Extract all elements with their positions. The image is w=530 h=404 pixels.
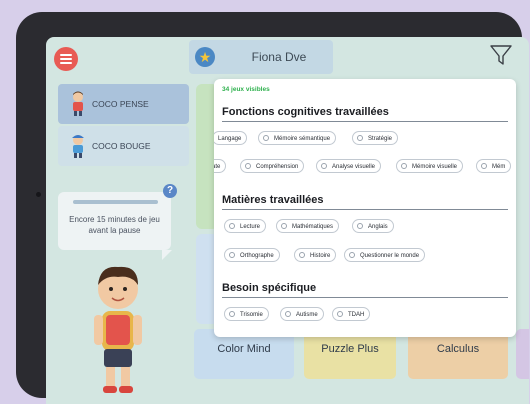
time-progress-bar xyxy=(73,200,158,204)
filter-chip-comprehension[interactable]: Compréhension xyxy=(240,159,305,173)
chip-label: Orthographe xyxy=(240,253,274,259)
coco-bouge-avatar xyxy=(72,135,84,158)
help-icon[interactable]: ? xyxy=(163,184,177,198)
section-divider xyxy=(222,209,508,210)
section-divider xyxy=(222,121,508,122)
radio-icon xyxy=(337,311,343,317)
filter-chip-anglais[interactable]: Anglais xyxy=(352,219,394,233)
menu-icon-line xyxy=(60,58,72,60)
profile-name: Fiona Dve xyxy=(251,50,307,64)
filter-chip-tdah[interactable]: TDAH xyxy=(332,307,371,321)
filter-chip-partial[interactable]: ate xyxy=(214,159,227,173)
chip-label: TDAH xyxy=(348,312,365,318)
section-title-subjects: Matières travaillées xyxy=(222,194,324,206)
sidebar-item-label: COCO PENSE xyxy=(92,99,149,109)
menu-icon-line xyxy=(60,62,72,64)
filter-chip-questionner-le-monde[interactable]: Questionner le monde xyxy=(344,248,426,262)
filter-chip-autisme[interactable]: Autisme xyxy=(280,307,324,321)
chip-label: Analyse visuelle xyxy=(332,164,376,170)
radio-icon xyxy=(285,311,291,317)
coco-character-illustration xyxy=(94,266,142,393)
radio-icon xyxy=(357,223,363,229)
sidebar-item-coco-bouge[interactable]: COCO BOUGE xyxy=(58,126,189,166)
chip-label: Stratégie xyxy=(368,136,393,142)
radio-icon xyxy=(229,252,235,258)
filter-chip-lecture[interactable]: Lecture xyxy=(224,219,267,233)
radio-icon xyxy=(349,252,355,258)
sidebar-item-label: COCO BOUGE xyxy=(92,141,151,151)
section-title-cognitive: Fonctions cognitives travaillées xyxy=(222,106,389,118)
filter-chip-langage[interactable]: Langage xyxy=(214,131,248,145)
radio-icon xyxy=(357,135,363,141)
filter-chip-strategie[interactable]: Stratégie xyxy=(352,131,399,145)
radio-icon xyxy=(401,163,407,169)
tablet-frame: ★ Fiona Dve COCO PENSE COCO BOUGE Encore… xyxy=(16,12,529,404)
chip-label: Histoire xyxy=(310,253,331,259)
filter-chip-memoire-semantique[interactable]: Mémoire sémantique xyxy=(258,131,337,145)
game-tile-partial[interactable] xyxy=(516,329,529,379)
pause-reminder-text: Encore 15 minutes de jeu avant la pause xyxy=(69,215,160,235)
radio-icon xyxy=(281,223,287,229)
chip-label: Anglais xyxy=(368,224,388,230)
chip-label: Questionner le monde xyxy=(360,253,420,259)
sidebar-item-coco-pense[interactable]: COCO PENSE xyxy=(58,84,189,124)
filter-chip-histoire[interactable]: Histoire xyxy=(294,248,337,262)
radio-icon xyxy=(229,223,235,229)
filter-chip-orthographe[interactable]: Orthographe xyxy=(224,248,280,262)
chip-label: Lecture xyxy=(240,224,261,230)
section-divider xyxy=(222,297,508,298)
camera-dot xyxy=(36,192,41,197)
filter-chip-trisomie[interactable]: Trisomie xyxy=(224,307,269,321)
filter-chip-analyse-visuelle[interactable]: Analyse visuelle xyxy=(316,159,382,173)
radio-icon xyxy=(245,163,251,169)
radio-icon xyxy=(263,135,269,141)
chip-label: Langage xyxy=(218,136,242,142)
chip-label: Mém xyxy=(492,164,506,170)
bubble-tail xyxy=(162,250,172,260)
radio-icon xyxy=(299,252,305,258)
coco-pense-avatar xyxy=(73,91,83,116)
radio-icon xyxy=(321,163,327,169)
filter-chip-mathematiques[interactable]: Mathématiques xyxy=(276,219,340,233)
chip-label: Mémoire sémantique xyxy=(274,136,331,142)
menu-icon-line xyxy=(60,54,72,56)
radio-icon xyxy=(481,163,487,169)
pause-reminder-bubble: Encore 15 minutes de jeu avant la pause xyxy=(58,192,172,260)
chip-label: Compréhension xyxy=(256,164,299,170)
chip-label: ate xyxy=(214,164,221,170)
chip-label: Trisomie xyxy=(240,312,263,318)
menu-button[interactable] xyxy=(54,47,78,71)
filter-icon[interactable] xyxy=(489,43,513,67)
filter-chip-memoire-partial[interactable]: Mém xyxy=(476,159,512,173)
radio-icon xyxy=(229,311,235,317)
section-title-needs: Besoin spécifique xyxy=(222,282,317,294)
chip-label: Mathématiques xyxy=(292,224,334,230)
filter-chip-memoire-visuelle[interactable]: Mémoire visuelle xyxy=(396,159,464,173)
visible-games-count: 34 jeux visibles xyxy=(222,86,270,93)
profile-selector[interactable]: ★ Fiona Dve xyxy=(189,40,333,74)
chip-label: Mémoire visuelle xyxy=(412,164,458,170)
filter-panel: 34 jeux visibles Fonctions cognitives tr… xyxy=(214,79,516,337)
star-icon: ★ xyxy=(195,47,215,67)
chip-label: Autisme xyxy=(296,312,318,318)
app-screen: ★ Fiona Dve COCO PENSE COCO BOUGE Encore… xyxy=(46,37,529,404)
